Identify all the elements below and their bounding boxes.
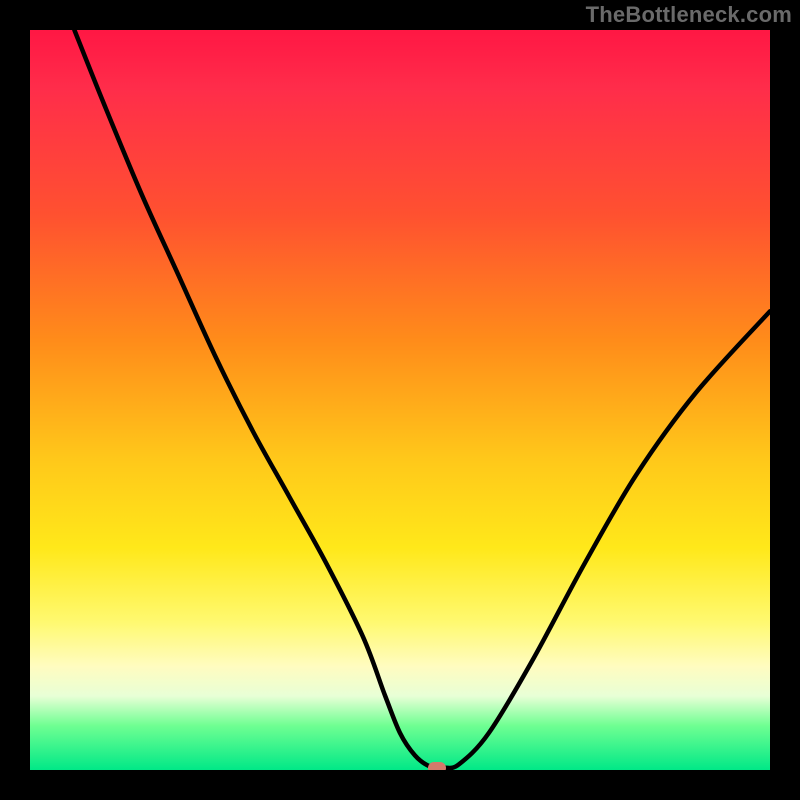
chart-container: TheBottleneck.com [0, 0, 800, 800]
curve-path [74, 30, 770, 768]
bottleneck-curve [30, 30, 770, 770]
bottleneck-marker [428, 762, 446, 770]
plot-area [30, 30, 770, 770]
watermark-text: TheBottleneck.com [586, 2, 792, 28]
